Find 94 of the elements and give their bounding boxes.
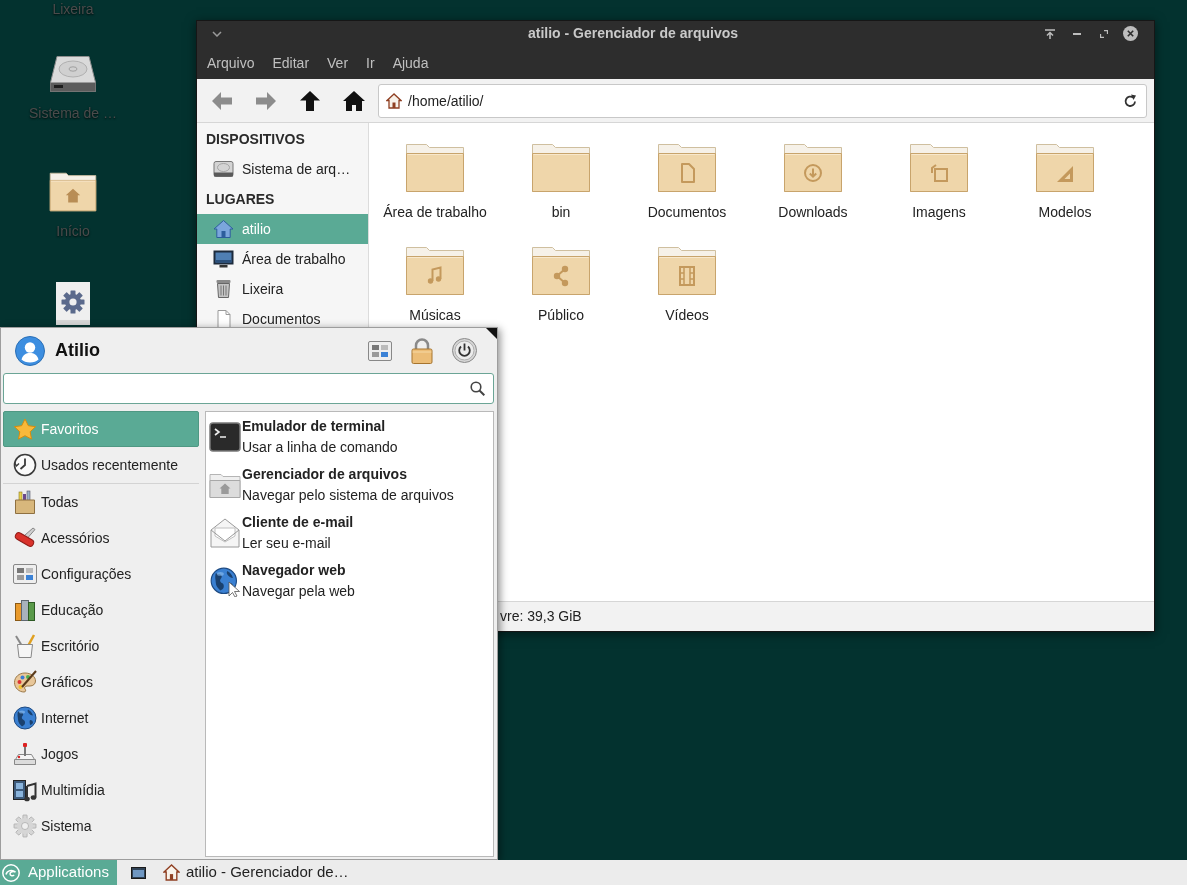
control-panel-icon <box>13 564 37 584</box>
app-item[interactable]: Cliente de e-mail Ler seu e-mail <box>206 509 493 557</box>
clock-icon <box>13 453 37 477</box>
category-item[interactable]: Educação <box>3 592 199 628</box>
user-name: Atilio <box>55 339 100 362</box>
address-field[interactable]: /home/atilio/ <box>378 83 1147 118</box>
category-item[interactable]: Acessórios <box>3 520 199 556</box>
status-text: vre: 39,3 GiB <box>500 607 582 626</box>
settings-icon[interactable] <box>56 282 90 325</box>
music-folder-icon[interactable] <box>405 246 465 296</box>
category-item[interactable]: Gráficos <box>3 664 199 700</box>
app-item[interactable]: Gerenciador de arquivos Navegar pelo sistema de arquivos <box>206 461 493 509</box>
file-name: Documentos <box>647 203 727 222</box>
category-item[interactable]: Multimídia <box>3 772 199 808</box>
category-item[interactable]: Todas <box>3 484 199 520</box>
film-folder-icon[interactable] <box>657 246 717 296</box>
arrow-right-icon <box>255 90 277 111</box>
home-icon <box>163 864 180 881</box>
download-folder-icon[interactable] <box>783 143 843 193</box>
category-item[interactable]: Configurações <box>3 556 199 592</box>
search-field[interactable] <box>3 373 494 404</box>
home-icon <box>386 92 402 109</box>
joystick-icon <box>13 742 37 766</box>
star-icon <box>13 417 37 441</box>
category-item[interactable]: Usados recentemente <box>3 447 199 483</box>
chevron-down-icon <box>212 30 222 37</box>
power-icon <box>451 338 477 363</box>
drive-icon[interactable] <box>49 55 97 93</box>
picture-frame-folder-icon[interactable] <box>909 143 969 193</box>
sidebar-item[interactable]: Sistema de arq… <box>197 154 368 184</box>
home-icon <box>212 219 235 239</box>
control-panel-icon <box>368 340 392 361</box>
sidebar-item[interactable]: Lixeira <box>197 274 368 304</box>
file-name: Músicas <box>409 306 461 325</box>
globe-icon <box>13 706 37 730</box>
logo-icon <box>2 863 20 882</box>
sidebar-item[interactable]: Área de trabalho <box>197 244 368 274</box>
app-item[interactable]: Emulador de terminal Usar a linha de comando <box>206 413 493 461</box>
category-item[interactable]: Internet <box>3 700 199 736</box>
window-title: atilio - Gerenciador de arquivos <box>526 24 740 43</box>
folder-icon[interactable] <box>531 143 591 193</box>
file-name: Downloads <box>778 203 848 222</box>
menu-item[interactable]: Arquivo <box>198 52 264 73</box>
section-heading: LUGARES <box>205 190 276 209</box>
bar-arrow-icon <box>1044 28 1055 39</box>
file-name: Modelos <box>1038 203 1092 222</box>
refresh-icon <box>1123 93 1137 108</box>
icon-label: Início <box>56 222 90 240</box>
category-item[interactable]: Sistema <box>3 808 199 844</box>
file-name: Vídeos <box>665 306 709 325</box>
pocket-knife-icon <box>13 526 37 550</box>
monitor-icon <box>212 249 235 269</box>
app-item[interactable]: Navegador web Navegar pela web <box>206 557 493 605</box>
film-music-icon <box>13 778 37 802</box>
close-icon <box>1123 26 1138 41</box>
globe-cursor-icon <box>209 565 241 597</box>
envelope-icon <box>209 517 241 549</box>
section-heading: DISPOSITIVOS <box>205 130 306 149</box>
category-item[interactable]: Escritório <box>3 628 199 664</box>
folder-icon[interactable] <box>405 143 465 193</box>
corner-triangle-icon <box>486 328 497 339</box>
triangle-folder-icon[interactable] <box>1035 143 1095 193</box>
avatar-icon <box>15 335 45 366</box>
terminal-icon <box>209 421 241 453</box>
menu-item[interactable]: Ver <box>318 52 358 73</box>
books-icon <box>13 598 37 622</box>
palette-icon <box>13 670 37 694</box>
search-icon <box>470 381 485 396</box>
pencil-cup-icon <box>13 634 37 658</box>
maximize-icon <box>1099 29 1108 38</box>
icon-label: Lixeira <box>52 0 94 18</box>
gear-icon <box>13 814 37 838</box>
home-folder-icon[interactable] <box>49 172 97 212</box>
file-name: bin <box>551 203 571 222</box>
taskbar-window-button[interactable]: atilio - Gerenciador de… <box>159 860 353 885</box>
arrow-up-icon <box>299 90 321 111</box>
window-icon <box>130 866 146 879</box>
menu-item[interactable]: Editar <box>263 52 319 73</box>
toolbox-icon <box>13 490 37 514</box>
menu-item[interactable]: Ir <box>357 52 384 73</box>
home-icon <box>343 90 365 111</box>
menu-item[interactable]: Ajuda <box>383 52 438 73</box>
document-folder-icon[interactable] <box>657 143 717 193</box>
file-name: Imagens <box>912 203 966 222</box>
icon-label: Sistema de … <box>29 104 117 122</box>
share-folder-icon[interactable] <box>531 246 591 296</box>
drive-icon <box>212 159 235 179</box>
minimize-icon <box>1072 32 1081 35</box>
lock-icon <box>411 337 433 364</box>
file-name: Público <box>538 306 584 325</box>
arrow-left-icon <box>211 90 233 111</box>
sidebar-item[interactable]: Documentos <box>197 304 368 334</box>
file-name: Área de trabalho <box>383 203 487 222</box>
category-item[interactable]: Jogos <box>3 736 199 772</box>
